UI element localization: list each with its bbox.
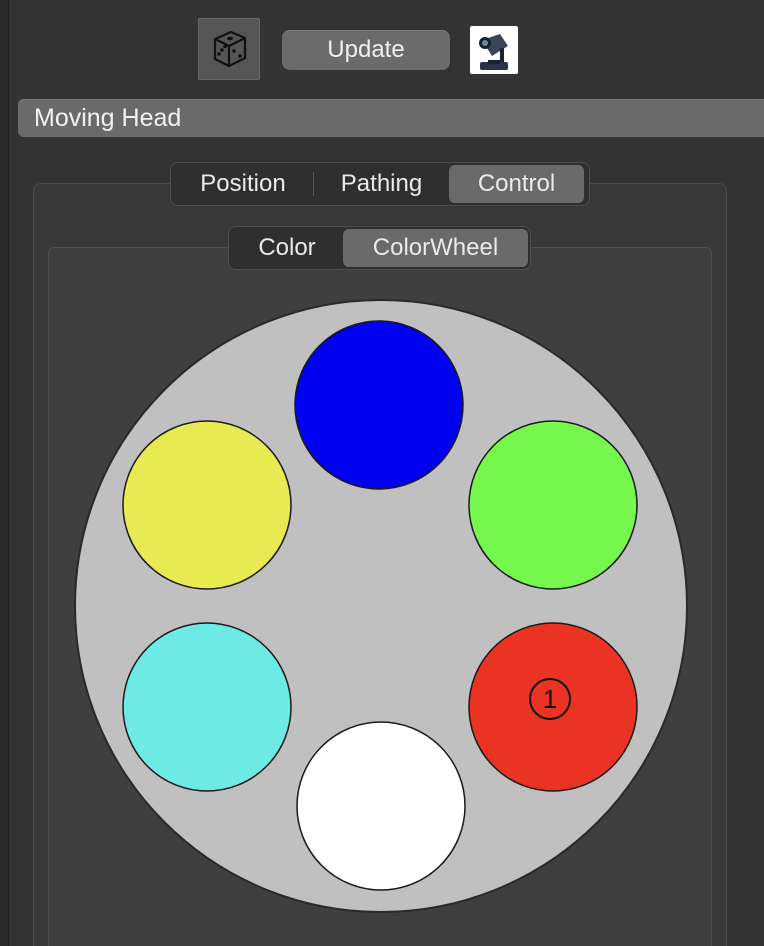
- color-wheel[interactable]: 1: [0, 0, 764, 946]
- color-slot-6[interactable]: [122, 420, 292, 590]
- color-slot-1[interactable]: [294, 320, 464, 490]
- selected-slot-number: 1: [543, 684, 557, 714]
- color-slot-5[interactable]: [122, 622, 292, 792]
- color-slot-4[interactable]: [296, 721, 466, 891]
- color-slot-2[interactable]: [468, 420, 638, 590]
- moving-head-panel: Update Moving Head Position Pathing Cont…: [0, 0, 764, 946]
